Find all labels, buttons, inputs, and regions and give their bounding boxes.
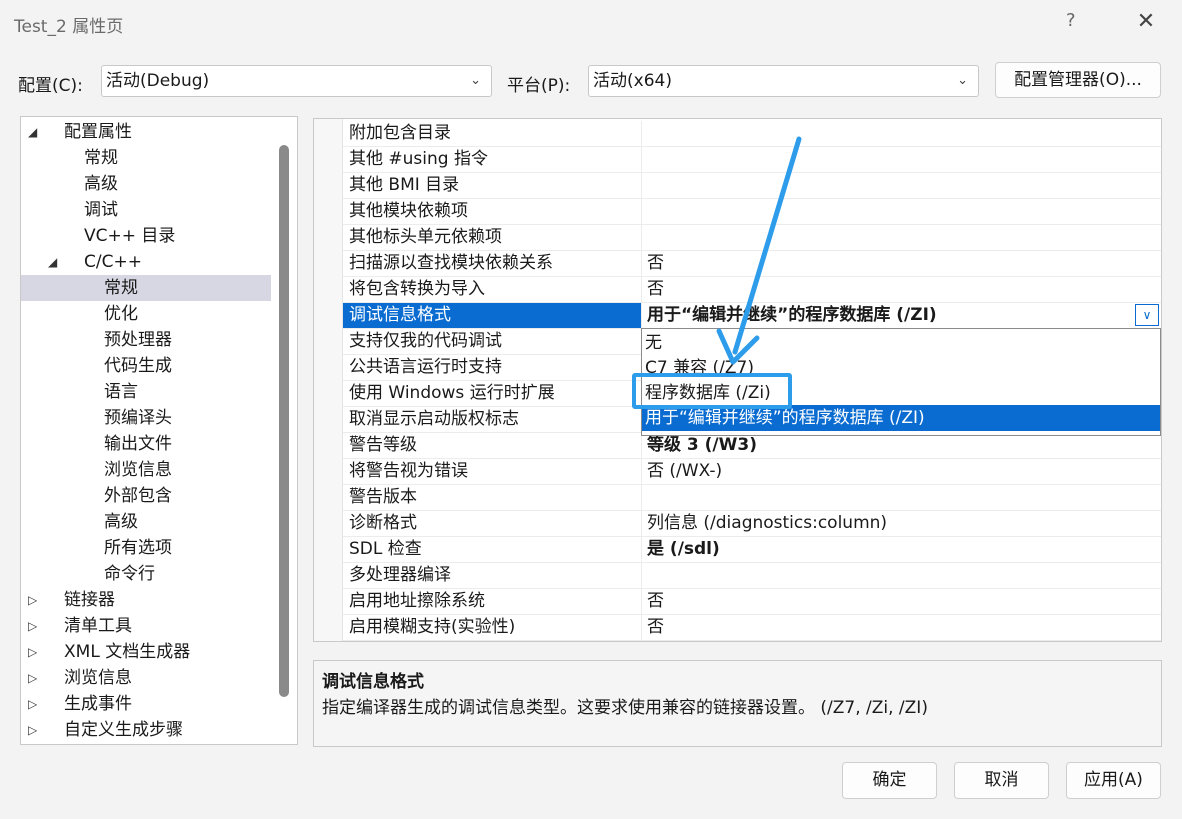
cancel-button[interactable]: 取消 bbox=[954, 762, 1049, 799]
description-title: 调试信息格式 bbox=[322, 672, 424, 692]
description-text: 指定编译器生成的调试信息类型。这要求使用兼容的链接器设置。 (/Z7, /Zi,… bbox=[322, 698, 928, 718]
apply-button[interactable]: 应用(A) bbox=[1066, 762, 1161, 799]
description-panel: 调试信息格式 指定编译器生成的调试信息类型。这要求使用兼容的链接器设置。 (/Z… bbox=[313, 660, 1162, 747]
ok-button[interactable]: 确定 bbox=[842, 762, 937, 799]
